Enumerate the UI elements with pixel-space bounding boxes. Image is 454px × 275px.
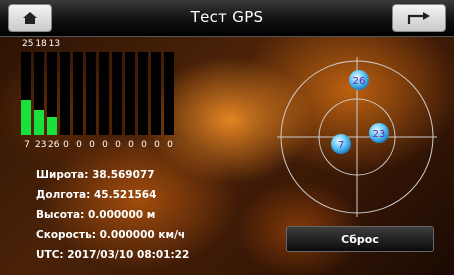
longitude-label: Долгота: xyxy=(36,189,91,201)
svg-text:23: 23 xyxy=(373,129,386,140)
signal-bar xyxy=(21,52,31,135)
altitude-row: Высота: 0.000000 м xyxy=(36,205,189,225)
signal-bar xyxy=(151,52,161,135)
gps-info: Широта: 38.569077 Долгота: 45.521564 Выс… xyxy=(36,165,189,265)
satellite-id: 23 xyxy=(35,140,47,150)
satellite-id: 0 xyxy=(115,140,121,150)
satellite-id: 0 xyxy=(154,140,160,150)
return-arrow-icon xyxy=(407,12,430,24)
latitude-value: 38.569077 xyxy=(92,169,155,181)
altitude-label: Высота: xyxy=(36,209,85,221)
signal-bar-fill xyxy=(21,100,31,135)
reset-button[interactable]: Сброс xyxy=(286,226,434,252)
svg-text:26: 26 xyxy=(353,76,366,87)
signal-bar xyxy=(47,52,57,135)
latitude-row: Широта: 38.569077 xyxy=(36,165,189,185)
signal-bar-fill xyxy=(34,110,44,135)
longitude-row: Долгота: 45.521564 xyxy=(36,185,189,205)
latitude-label: Широта: xyxy=(36,169,89,181)
satellite-id: 0 xyxy=(167,140,173,150)
speed-row: Скорость: 0.000000 км/ч xyxy=(36,225,189,245)
title-bar: Тест GPS xyxy=(0,0,454,37)
utc-label: UTC: xyxy=(36,249,64,261)
satellite-id: 0 xyxy=(76,140,82,150)
radar-sat-26: 26 xyxy=(349,70,369,90)
speed-label: Скорость: xyxy=(36,229,96,241)
satellite-ids: 7 23 26 0 0 0 0 0 0 0 0 0 xyxy=(22,140,175,150)
altitude-value: 0.000000 м xyxy=(87,209,156,221)
signal-bar xyxy=(112,52,122,135)
satellite-id: 0 xyxy=(63,140,69,150)
utc-value: 2017/03/10 08:01:22 xyxy=(67,249,190,261)
signal-bar xyxy=(86,52,96,135)
signal-bar xyxy=(99,52,109,135)
satellite-id: 0 xyxy=(141,140,147,150)
signal-bar xyxy=(34,52,44,135)
signal-bar xyxy=(125,52,135,135)
signal-bar xyxy=(138,52,148,135)
back-button[interactable] xyxy=(392,4,446,32)
signal-bar xyxy=(73,52,83,135)
satellite-radar: 26 7 23 xyxy=(277,57,437,217)
satellite-id: 26 xyxy=(48,140,60,150)
signal-bar-fill xyxy=(47,116,57,135)
longitude-value: 45.521564 xyxy=(93,189,157,201)
satellite-id: 0 xyxy=(128,140,134,150)
radar-sat-23: 23 xyxy=(369,123,389,143)
signal-bars xyxy=(21,52,174,135)
speed-value: 0.000000 км/ч xyxy=(99,229,186,241)
svg-text:7: 7 xyxy=(338,140,344,151)
satellite-id: 0 xyxy=(102,140,108,150)
page-title: Тест GPS xyxy=(190,8,264,26)
signal-bar xyxy=(60,52,70,135)
utc-row: UTC: 2017/03/10 08:01:22 xyxy=(36,245,189,265)
signal-top-labels: 25 18 13 xyxy=(22,39,61,49)
satellite-id: 7 xyxy=(24,140,30,150)
satellite-id: 0 xyxy=(89,140,95,150)
radar-sat-7: 7 xyxy=(331,134,351,154)
signal-bar xyxy=(164,52,174,135)
